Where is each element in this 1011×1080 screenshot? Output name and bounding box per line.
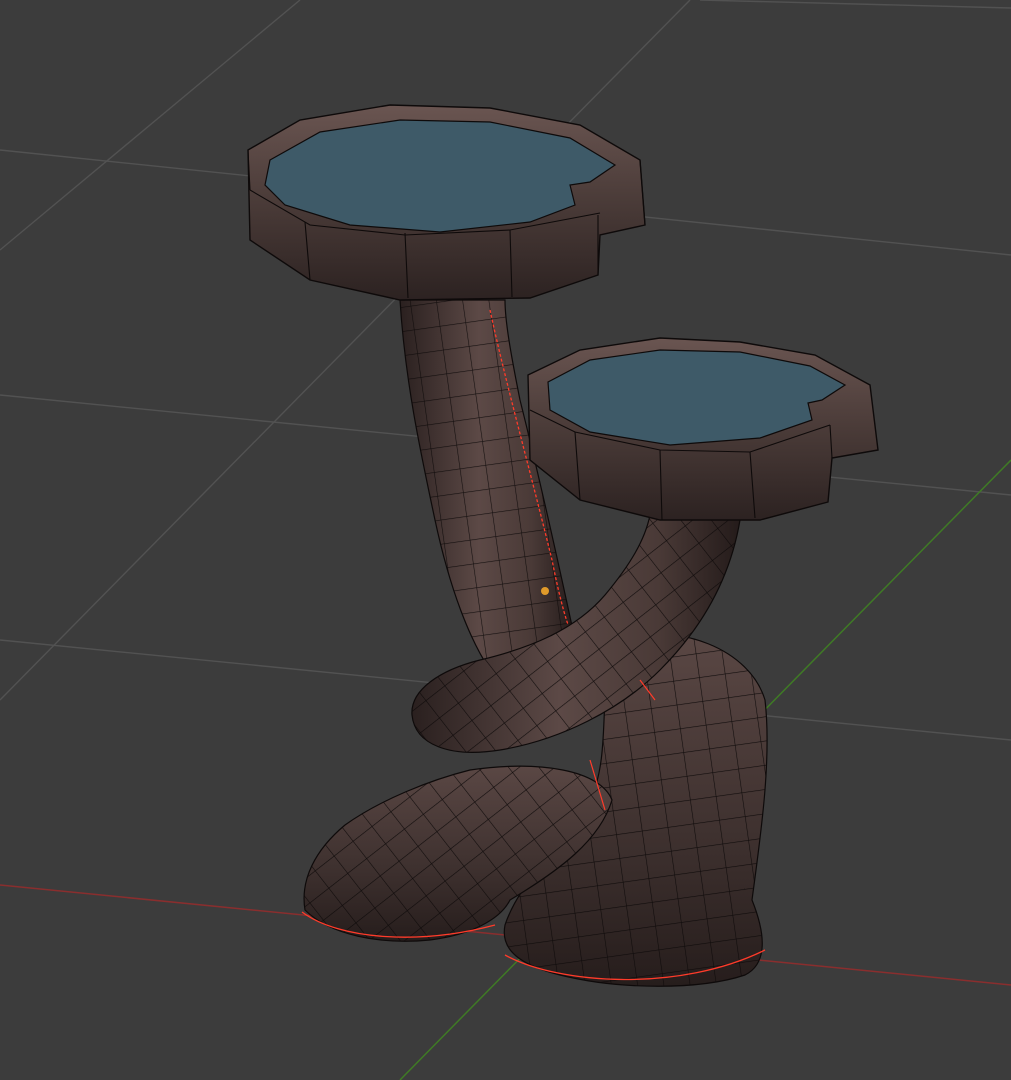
viewport-canvas[interactable] xyxy=(0,0,1011,1080)
top-tray xyxy=(247,104,646,301)
tall-stem-wire xyxy=(400,300,575,670)
origin-pivot-icon[interactable] xyxy=(541,587,549,595)
grid-line xyxy=(699,0,1011,9)
mesh-object-side-table[interactable] xyxy=(247,104,879,987)
3d-viewport[interactable] xyxy=(0,0,1011,1080)
lower-tray xyxy=(527,337,879,521)
